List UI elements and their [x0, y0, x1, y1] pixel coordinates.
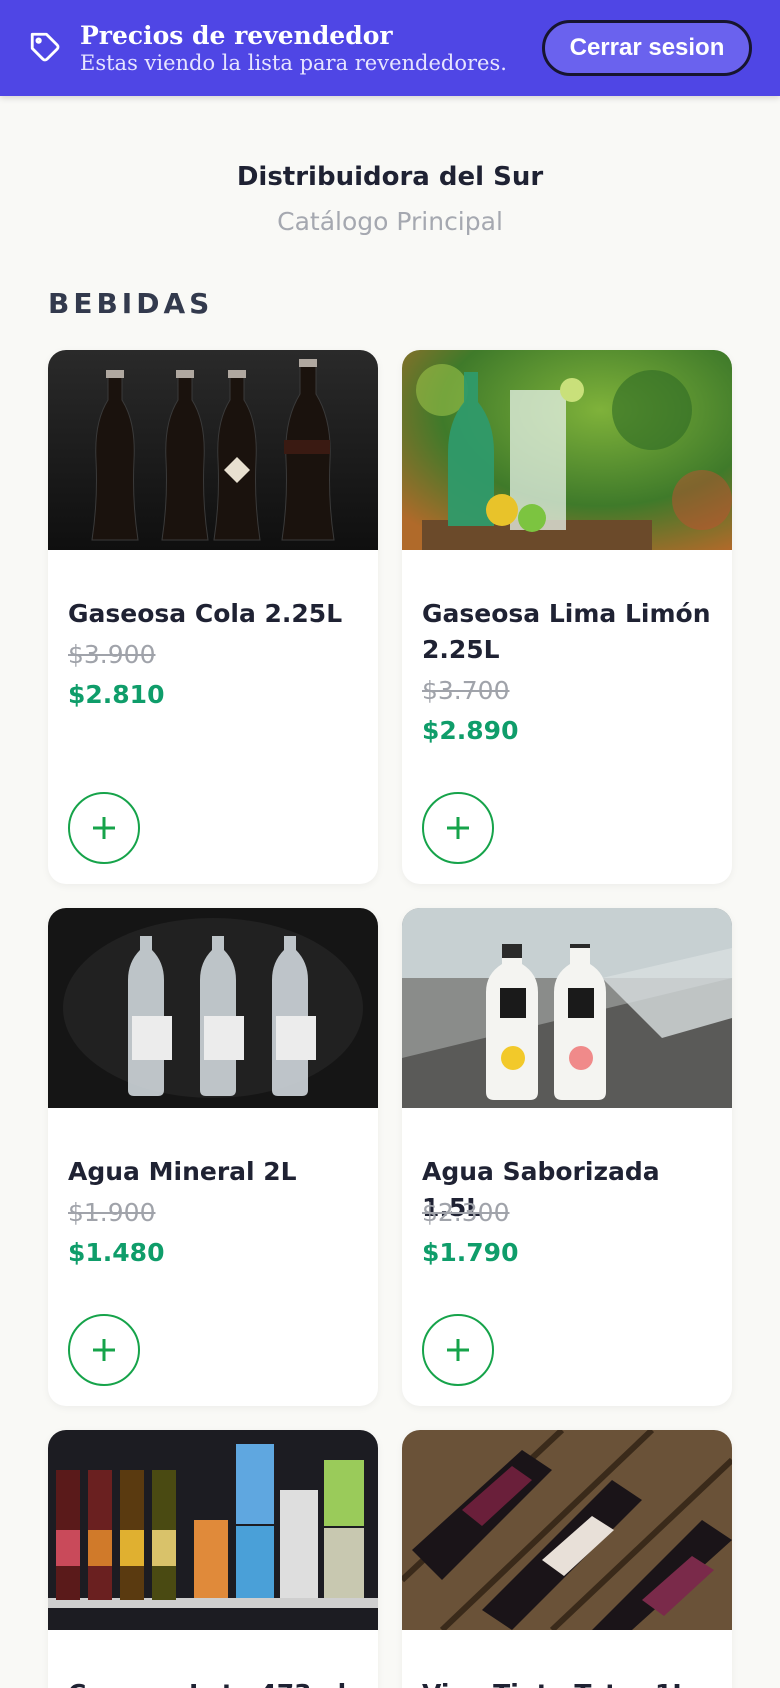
banner-subtitle: Estas viendo la lista para revendedores.	[80, 51, 507, 75]
product-card[interactable]: Gaseosa Cola 2.25L $3.900 $2.810	[48, 350, 378, 884]
product-card[interactable]: Agua Mineral 2L $1.900 $1.480	[48, 908, 378, 1406]
tag-icon	[28, 30, 62, 64]
product-image	[402, 1430, 732, 1630]
product-price: $2.890	[422, 716, 519, 745]
product-price: $2.810	[68, 680, 165, 709]
product-old-price: $3.700	[422, 676, 510, 705]
catalog-name: Catálogo Principal	[277, 207, 503, 236]
product-image	[402, 350, 732, 550]
section-title: BEBIDAS	[48, 287, 214, 320]
store-name: Distribuidora del Sur	[236, 162, 544, 192]
banner-title: Precios de revendedor	[80, 21, 393, 50]
product-card[interactable]: Agua Saborizada 1.5L $2.300 $1.790	[402, 908, 732, 1406]
product-name: Agua Mineral 2L	[68, 1157, 297, 1186]
add-to-cart-button[interactable]	[68, 1314, 140, 1386]
product-name: Gaseosa Lima Limón 2.25L	[422, 599, 711, 664]
product-old-price: $2.300	[422, 1198, 510, 1227]
product-price: $1.480	[68, 1238, 165, 1267]
product-card[interactable]: Cerveza Lata 473ml	[48, 1430, 378, 1688]
product-name: Vino Tinto Tetra 1L	[422, 1676, 712, 1688]
product-card[interactable]: Vino Tinto Tetra 1L	[402, 1430, 732, 1688]
product-image	[48, 908, 378, 1108]
product-name: Gaseosa Cola 2.25L	[68, 599, 343, 628]
product-image	[402, 908, 732, 1108]
add-to-cart-button[interactable]	[422, 1314, 494, 1386]
logout-button[interactable]: Cerrar sesion	[542, 20, 752, 76]
add-to-cart-button[interactable]	[422, 792, 494, 864]
product-price: $1.790	[422, 1238, 519, 1267]
reseller-banner: Precios de revendedor Estas viendo la li…	[0, 0, 780, 96]
product-old-price: $3.900	[68, 640, 156, 669]
product-image	[48, 350, 378, 550]
product-name: Cerveza Lata 473ml	[68, 1676, 358, 1688]
product-old-price: $1.900	[68, 1198, 156, 1227]
product-card[interactable]: Gaseosa Lima Limón 2.25L $3.700 $2.890	[402, 350, 732, 884]
product-image	[48, 1430, 378, 1630]
add-to-cart-button[interactable]	[68, 792, 140, 864]
